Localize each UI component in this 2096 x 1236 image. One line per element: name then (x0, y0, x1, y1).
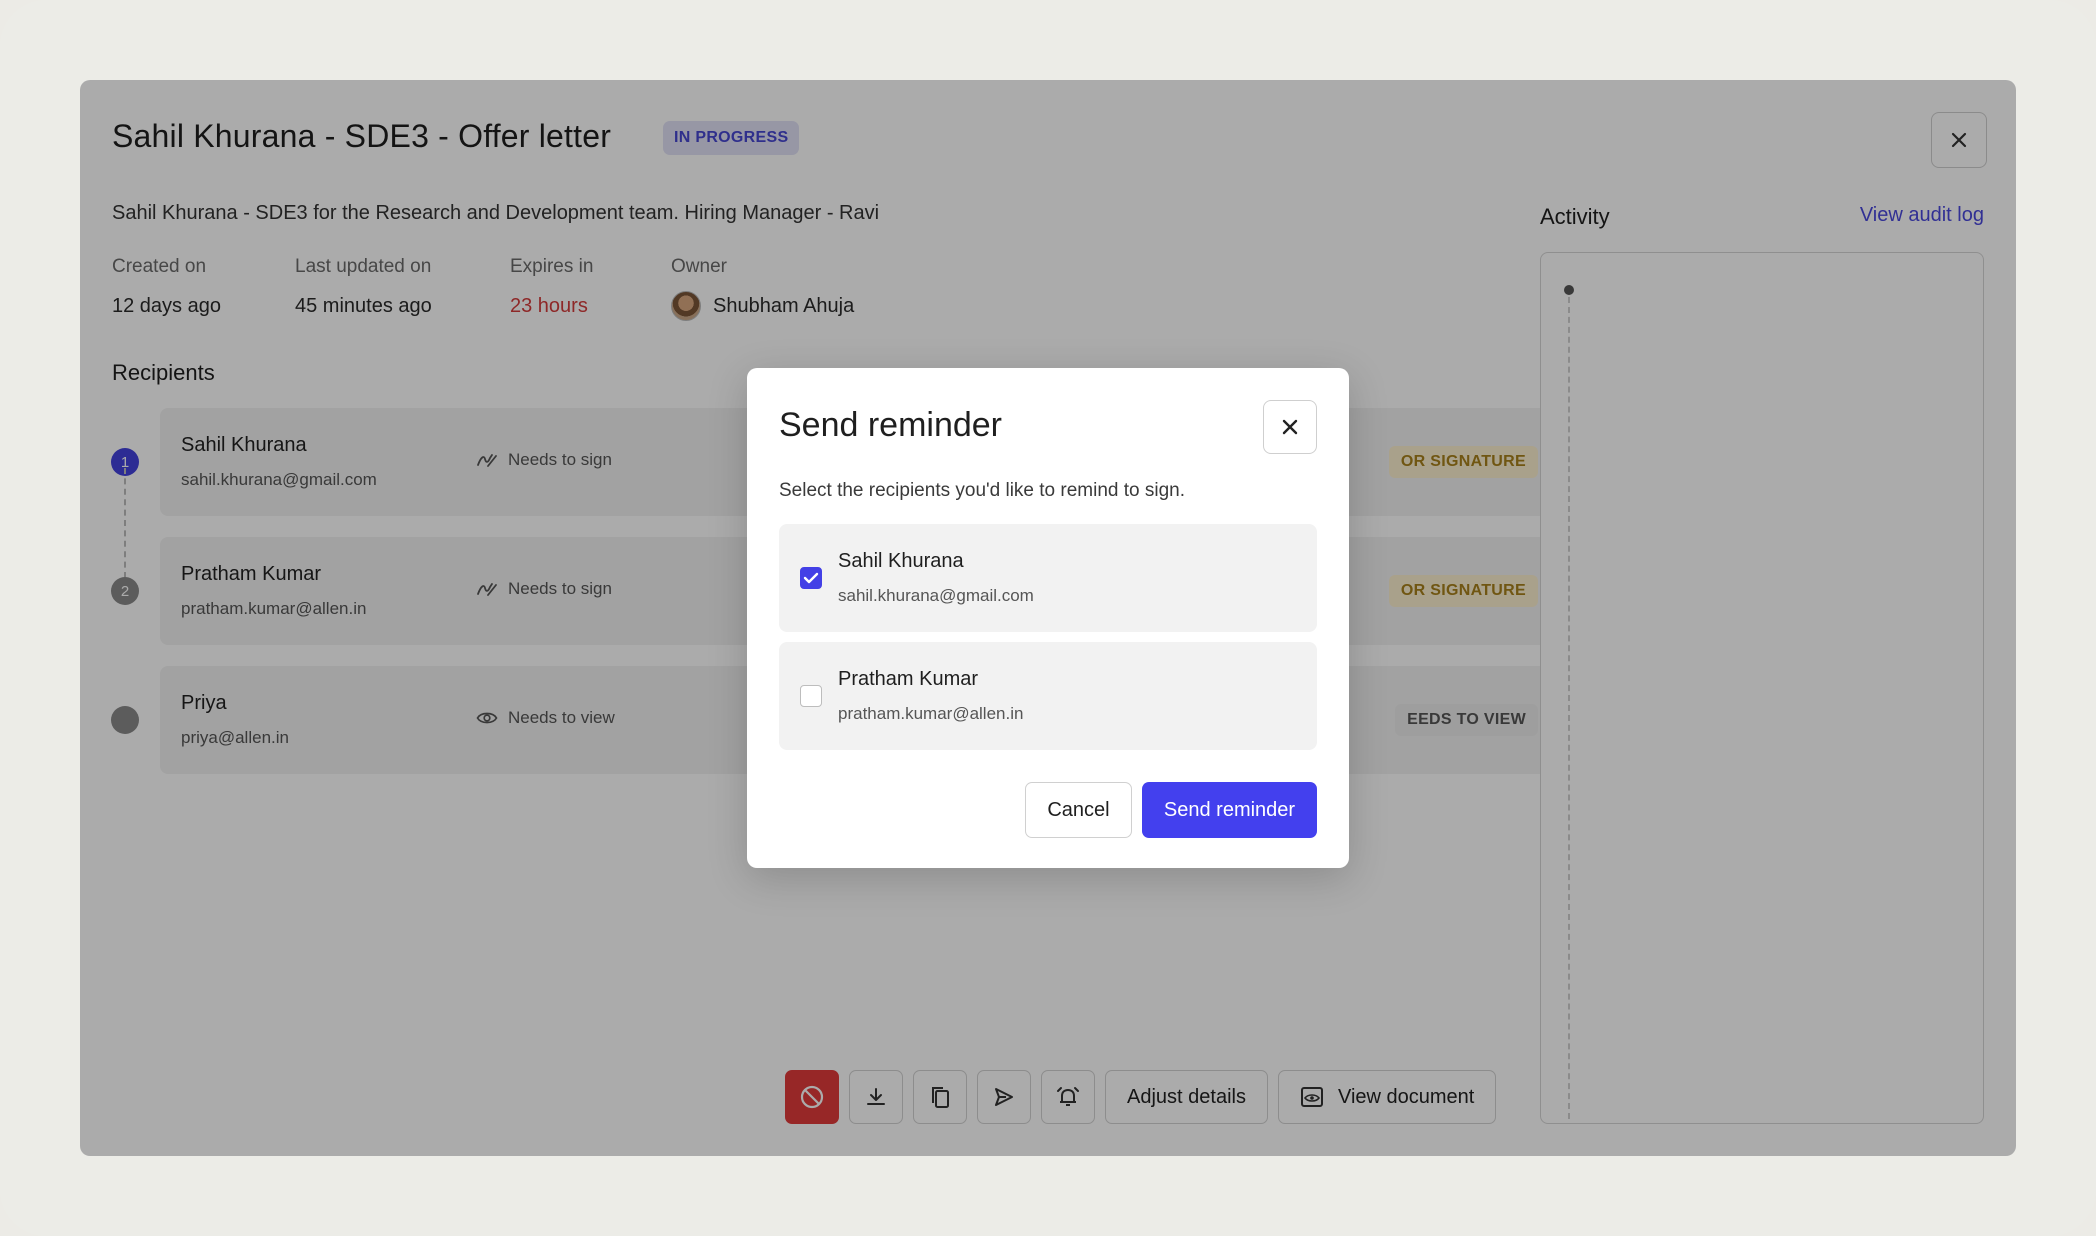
recipient-checkbox[interactable] (800, 685, 822, 707)
dialog-description: Select the recipients you'd like to remi… (779, 480, 1186, 501)
cancel-button[interactable]: Cancel (1025, 782, 1132, 838)
option-name: Pratham Kumar (838, 668, 979, 690)
recipient-option[interactable]: Sahil Khurana sahil.khurana@gmail.com (779, 524, 1317, 632)
close-icon (1282, 419, 1298, 435)
dialog-title: Send reminder (779, 406, 1003, 444)
option-email: sahil.khurana@gmail.com (838, 586, 1034, 605)
check-icon (803, 572, 819, 584)
close-dialog-button[interactable] (1263, 400, 1317, 454)
option-email: pratham.kumar@allen.in (838, 704, 1024, 723)
option-name: Sahil Khurana (838, 550, 964, 572)
send-reminder-dialog: Send reminder Select the recipients you'… (747, 368, 1349, 868)
send-reminder-button[interactable]: Send reminder (1142, 782, 1317, 838)
recipient-checkbox[interactable] (800, 567, 822, 589)
recipient-option[interactable]: Pratham Kumar pratham.kumar@allen.in (779, 642, 1317, 750)
